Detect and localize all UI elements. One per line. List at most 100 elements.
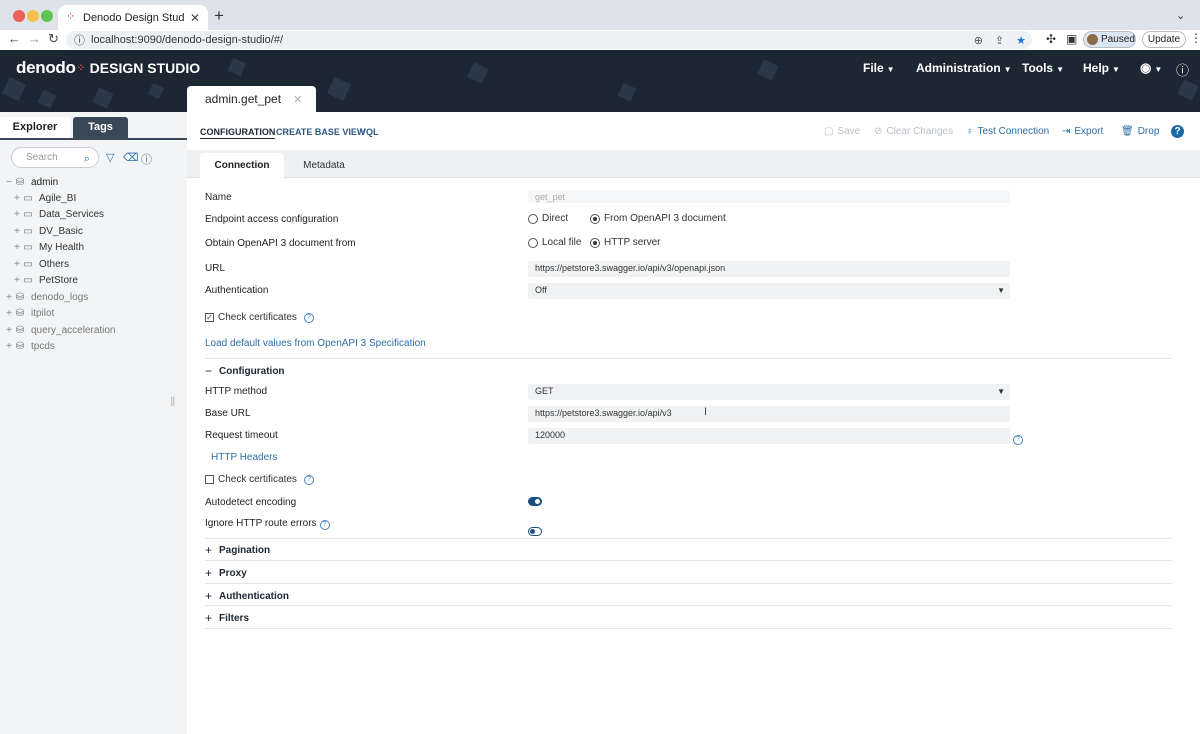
expand-icon[interactable]: + (12, 259, 22, 270)
profile-button[interactable]: Paused (1083, 31, 1136, 48)
tree-item-agile-bi[interactable]: + ▭ Agile_BI (0, 190, 187, 206)
expand-icon[interactable]: + (4, 292, 14, 303)
url-field[interactable]: https://petstore3.swagger.io/api/v3/open… (528, 261, 1010, 277)
http-headers-link[interactable]: HTTP Headers (211, 452, 278, 463)
user-icon[interactable]: ◉ ▼ (1140, 60, 1162, 76)
share-icon[interactable]: ⇪ (995, 34, 1004, 47)
expand-icon[interactable]: + (4, 341, 14, 352)
help-icon[interactable]: ⓘ (141, 151, 152, 167)
radio-local-file[interactable]: Local file (528, 237, 581, 248)
name-field[interactable]: get_pet (528, 190, 1010, 203)
tree-item-others[interactable]: + ▭ Others (0, 256, 187, 272)
help-icon[interactable]: ? (319, 520, 330, 530)
menu-file[interactable]: File ▼ (863, 61, 895, 75)
tab-metadata[interactable]: Metadata (296, 153, 352, 178)
base-url-field[interactable]: https://petstore3.swagger.io/api/v3 (528, 406, 1010, 422)
request-timeout-field[interactable]: 120000 (528, 428, 1010, 444)
radio-openapi-document[interactable]: From OpenAPI 3 document (590, 213, 726, 224)
window-maximize-button[interactable] (41, 10, 53, 22)
back-icon[interactable]: ← (8, 31, 21, 46)
divider (205, 605, 1172, 606)
clear-filter-icon[interactable]: ⌫ (123, 151, 139, 164)
site-info-icon[interactable]: ⓘ (74, 32, 85, 48)
sublink-vql[interactable]: VQL (360, 127, 379, 137)
denodo-logo[interactable]: denodo ⁘ DESIGN STUDIO (16, 58, 200, 78)
tree-item-dv-basic[interactable]: + ▭ DV_Basic (0, 223, 187, 239)
ignore-errors-toggle[interactable] (528, 527, 542, 536)
tab-list-chevron-icon[interactable]: ⌄ (1176, 9, 1185, 22)
expand-icon[interactable]: + (12, 242, 22, 253)
sidebar-icon[interactable]: ▣ (1066, 32, 1077, 46)
tree-item-denodo-logs[interactable]: + ⛁ denodo_logs (0, 289, 187, 305)
expand-icon[interactable]: + (4, 325, 14, 336)
browser-tab[interactable]: ⁘ Denodo Design Studio ✕ (58, 5, 208, 30)
tab-close-icon[interactable]: ✕ (190, 11, 200, 25)
plug-icon: ♁ (966, 126, 974, 137)
configuration-section-toggle[interactable]: − Configuration (205, 364, 285, 378)
collapse-icon[interactable]: − (4, 177, 14, 188)
update-button[interactable]: Update (1142, 31, 1186, 48)
tree-item-admin[interactable]: − ⛁ admin (0, 174, 187, 190)
clear-changes-button[interactable]: ⊘ Clear Changes (874, 126, 953, 137)
browser-menu-icon[interactable]: ⋮ (1190, 31, 1200, 45)
filters-section-toggle[interactable]: + Filters (205, 611, 249, 625)
sublink-create-base-view[interactable]: CREATE BASE VIEW (276, 127, 365, 137)
config-check-certificates-checkbox[interactable]: Check certificates? (205, 474, 314, 485)
new-tab-icon[interactable]: + (214, 6, 224, 26)
save-button[interactable]: ▢ Save (824, 126, 860, 137)
tree-item-query-acceleration[interactable]: + ⛁ query_acceleration (0, 322, 187, 338)
authentication-section-toggle[interactable]: + Authentication (205, 589, 289, 603)
autodetect-toggle[interactable] (528, 497, 542, 506)
check-certificates-checkbox[interactable]: ✓ Check certificates? (205, 312, 314, 323)
http-method-select[interactable]: GET ▼ (528, 384, 1010, 400)
window-minimize-button[interactable] (27, 10, 39, 22)
tree-item-my-health[interactable]: + ▭ My Health (0, 239, 187, 255)
info-icon[interactable]: ⓘ (1176, 60, 1189, 79)
tree-item-petstore[interactable]: + ▭ PetStore (0, 272, 187, 288)
filter-icon[interactable]: ▽ (106, 151, 114, 164)
help-icon[interactable]: ? (303, 474, 314, 485)
search-icon[interactable]: ⌕ (84, 150, 90, 169)
timeout-help-icon[interactable]: ? (1013, 430, 1023, 445)
help-icon[interactable]: ? (303, 312, 314, 323)
pagination-section-toggle[interactable]: + Pagination (205, 543, 270, 557)
expand-icon[interactable]: + (12, 209, 22, 220)
help-button[interactable]: ? (1171, 125, 1184, 138)
tab-explorer[interactable]: Explorer (0, 117, 70, 138)
drop-button[interactable]: 🗑 Drop (1121, 126, 1159, 137)
radio-http-server[interactable]: HTTP server (590, 237, 661, 248)
reload-icon[interactable]: ↻ (48, 31, 59, 47)
bookmark-star-icon[interactable]: ★ (1016, 34, 1026, 47)
tab-tags[interactable]: Tags (73, 117, 128, 138)
tab-connection[interactable]: Connection (200, 153, 284, 178)
editor-tab[interactable]: admin.get_pet ✕ (187, 86, 316, 112)
proxy-section-toggle[interactable]: + Proxy (205, 566, 247, 580)
expand-icon[interactable]: + (4, 308, 14, 319)
extensions-icon[interactable]: ✣ (1046, 32, 1056, 46)
menu-help[interactable]: Help ▼ (1083, 61, 1120, 75)
tree-item-itpilot[interactable]: + ⛁ itpilot (0, 305, 187, 321)
tree-item-data-services[interactable]: + ▭ Data_Services (0, 206, 187, 222)
authentication-select[interactable]: Off ▼ (528, 283, 1010, 299)
search-placeholder: Search (26, 152, 58, 163)
main-panel (187, 112, 1200, 734)
test-connection-button[interactable]: ♁ Test Connection (966, 126, 1049, 137)
editor-tab-close-icon[interactable]: ✕ (293, 93, 302, 106)
expand-icon: + (205, 589, 213, 603)
menu-tools[interactable]: Tools ▼ (1022, 61, 1064, 75)
menu-administration[interactable]: Administration ▼ (916, 61, 1012, 75)
expand-icon[interactable]: + (12, 275, 22, 286)
zoom-icon[interactable]: ⊕ (974, 34, 983, 47)
export-button[interactable]: ⇥ Export (1062, 126, 1103, 137)
radio-direct[interactable]: Direct (528, 213, 568, 224)
search-input[interactable]: Search ⌕ (11, 147, 99, 168)
tree-item-tpcds[interactable]: + ⛁ tpcds (0, 338, 187, 354)
sublink-configuration[interactable]: CONFIGURATION (200, 127, 276, 139)
window-close-button[interactable] (13, 10, 25, 22)
load-defaults-link[interactable]: Load default values from OpenAPI 3 Speci… (205, 338, 426, 349)
panel-resize-handle[interactable]: ‖ (170, 394, 175, 409)
address-bar[interactable]: ⓘ localhost:9090/denodo-design-studio/#/… (66, 31, 1032, 49)
expand-icon[interactable]: + (12, 226, 22, 237)
forward-icon[interactable]: → (28, 31, 41, 46)
expand-icon[interactable]: + (12, 193, 22, 204)
